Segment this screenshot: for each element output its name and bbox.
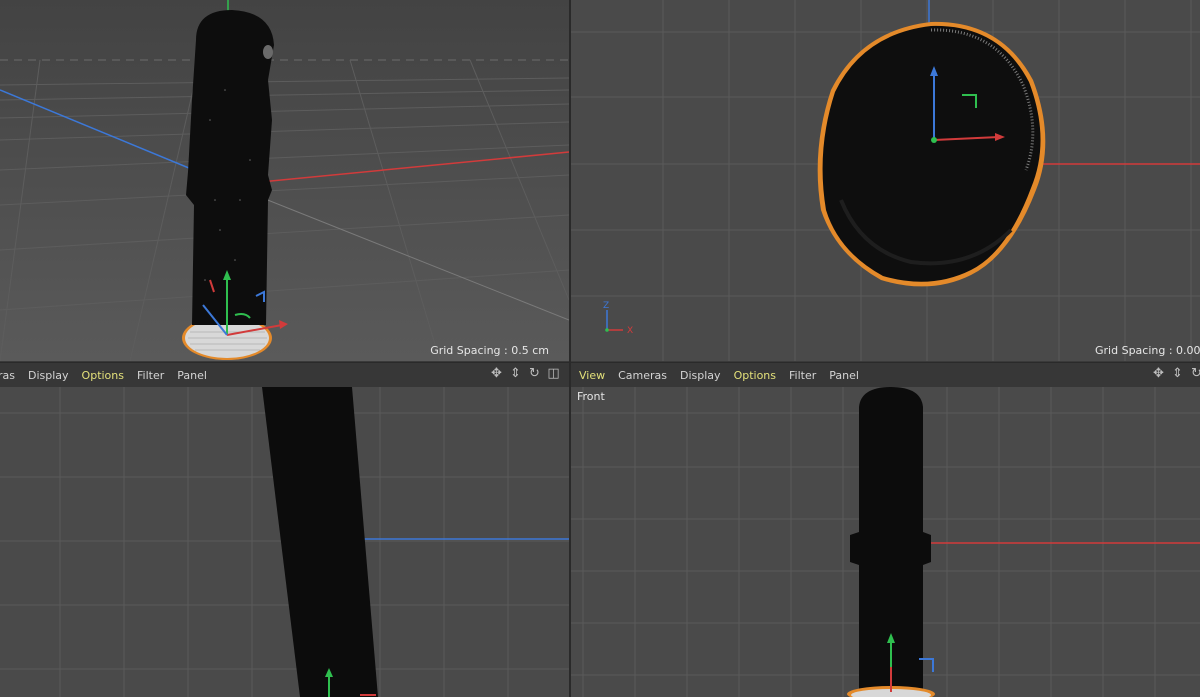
nav-icons-right: ✥ ⇕ ↻ bbox=[1151, 366, 1200, 381]
move-icon[interactable]: ✥ bbox=[489, 366, 504, 381]
viewport-front[interactable]: Front bbox=[571, 387, 1200, 697]
viewport-menubar-right: View Cameras Display Options Filter Pane… bbox=[571, 362, 1200, 388]
menu-display[interactable]: Display bbox=[680, 369, 721, 382]
mesh-object-front[interactable] bbox=[847, 387, 935, 697]
top-scene: Z X bbox=[571, 0, 1200, 361]
menu-options[interactable]: Options bbox=[82, 369, 124, 382]
maximize-icon[interactable]: ◫ bbox=[546, 366, 561, 381]
viewport-menubar-left: ras Display Options Filter Panel ✥ ⇕ ↻ ◫ bbox=[0, 362, 569, 388]
front-scene bbox=[571, 387, 1200, 697]
menu-options[interactable]: Options bbox=[734, 369, 776, 382]
viewport-perspective[interactable]: Grid Spacing : 0.5 cm bbox=[0, 0, 569, 361]
right-scene bbox=[0, 387, 569, 697]
grid-spacing-label: Grid Spacing : 0.005 c bbox=[1095, 344, 1200, 357]
viewport-divider[interactable] bbox=[569, 0, 571, 697]
menu-panel[interactable]: Panel bbox=[177, 369, 207, 382]
menu-view[interactable]: View bbox=[579, 369, 605, 382]
menu-filter[interactable]: Filter bbox=[137, 369, 164, 382]
dolly-icon[interactable]: ⇕ bbox=[1170, 366, 1185, 381]
grid-spacing-label: Grid Spacing : 0.5 cm bbox=[430, 344, 549, 357]
menu-display[interactable]: Display bbox=[28, 369, 69, 382]
rotate-icon[interactable]: ↻ bbox=[1189, 366, 1200, 381]
axis-x-label: X bbox=[627, 326, 633, 336]
axis-z-label: Z bbox=[603, 301, 609, 311]
menu-panel[interactable]: Panel bbox=[829, 369, 859, 382]
menu-cameras[interactable]: Cameras bbox=[618, 369, 667, 382]
viewport-right[interactable] bbox=[0, 387, 569, 697]
nav-icons-left: ✥ ⇕ ↻ ◫ bbox=[489, 366, 561, 381]
move-icon[interactable]: ✥ bbox=[1151, 366, 1166, 381]
rotate-icon[interactable]: ↻ bbox=[527, 366, 542, 381]
perspective-scene bbox=[0, 0, 569, 361]
viewport-top[interactable]: Z X Grid Spacing : 0.005 c bbox=[571, 0, 1200, 361]
viewport-name-label: Front bbox=[577, 390, 605, 403]
menu-filter[interactable]: Filter bbox=[789, 369, 816, 382]
menu-cameras[interactable]: ras bbox=[0, 369, 15, 382]
dolly-icon[interactable]: ⇕ bbox=[508, 366, 523, 381]
